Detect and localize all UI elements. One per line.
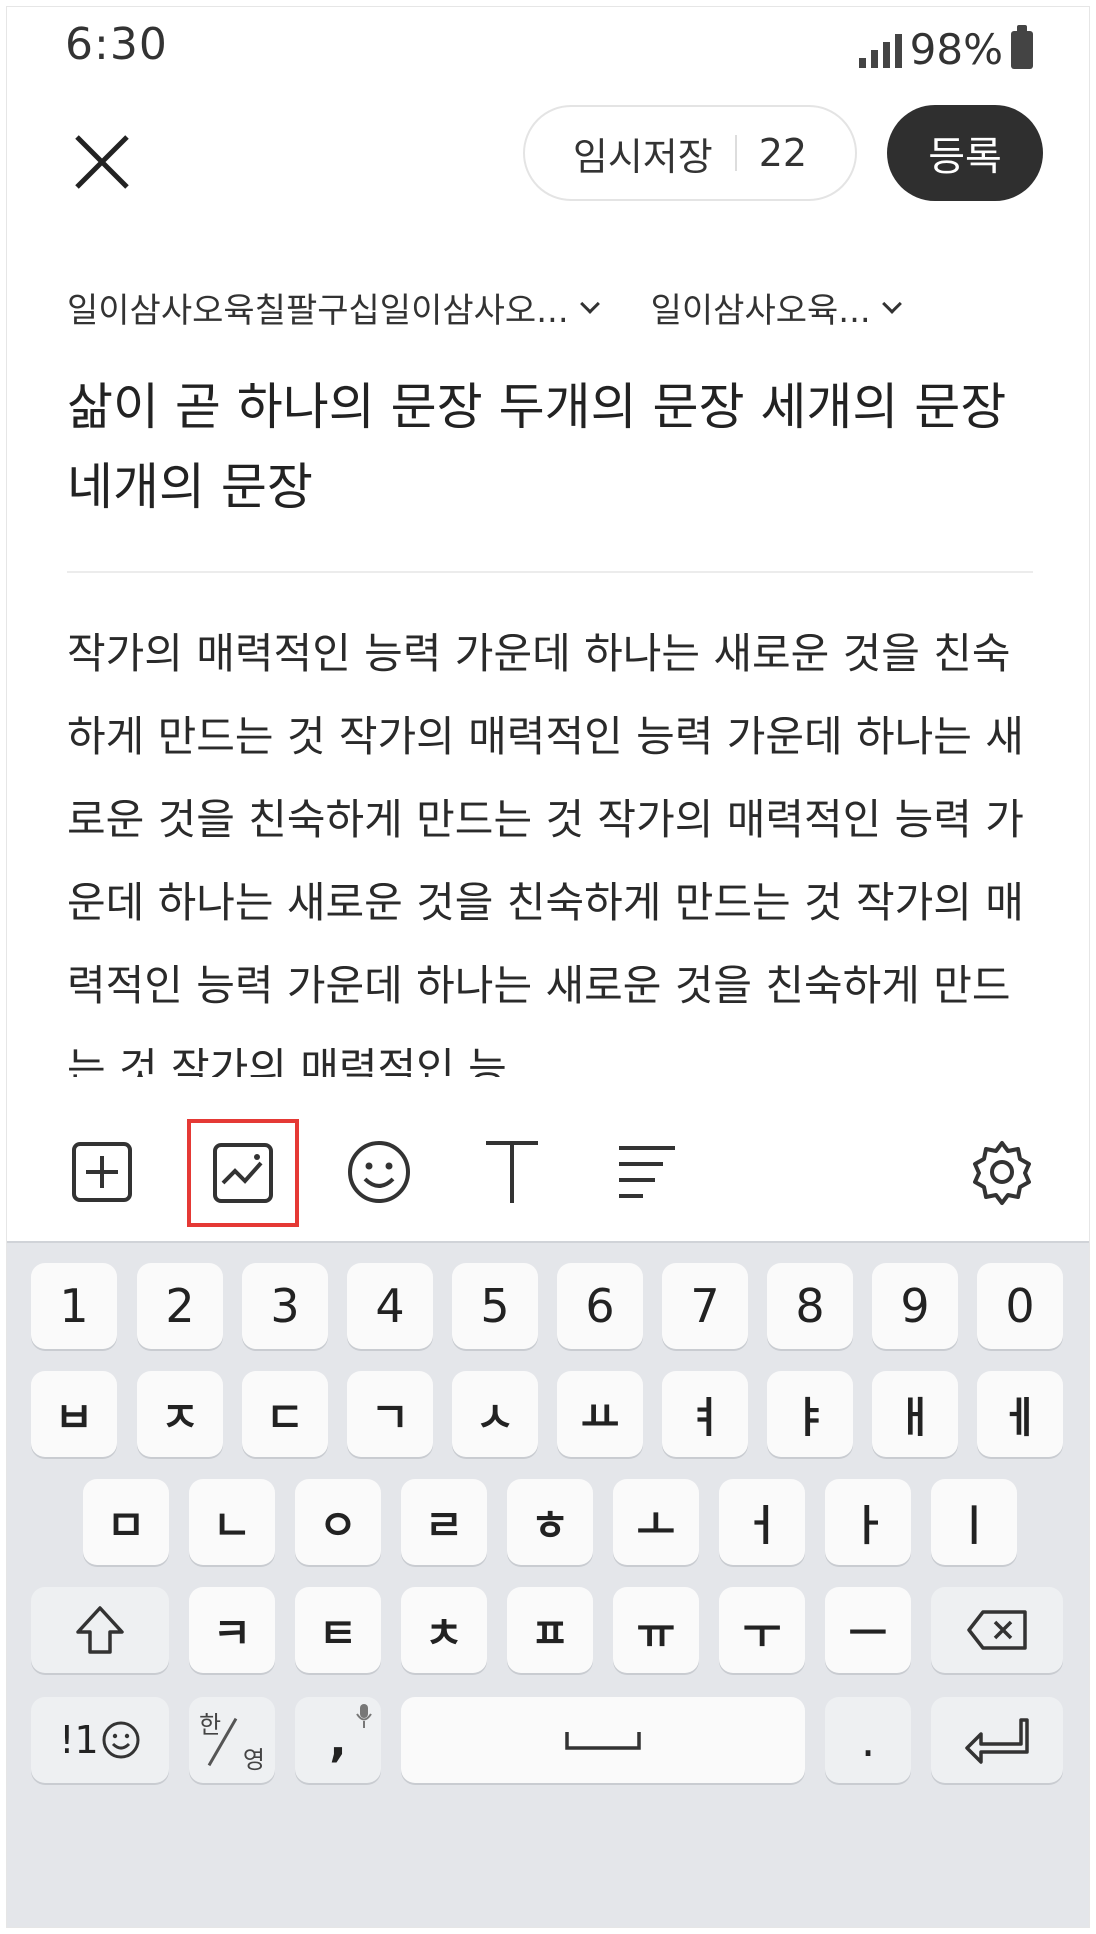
editor-toolbar [7,1107,1089,1237]
key-kieuk[interactable]: ㅋ [189,1587,275,1673]
status-right: 98% [858,24,1033,74]
post-title-input[interactable]: 삶이 곧 하나의 문장 두개의 문장 세개의 문장 네개의 문장 [67,367,1027,527]
key-hieut[interactable]: ㅎ [507,1479,593,1565]
settings-icon [973,1141,1031,1205]
key-ieung[interactable]: ㅇ [295,1479,381,1565]
key-ae[interactable]: ㅐ [872,1371,958,1457]
key-7[interactable]: 7 [662,1263,748,1349]
text-format-icon [486,1141,538,1203]
key-a[interactable]: ㅏ [825,1479,911,1565]
symbols-key[interactable]: !1 [31,1697,169,1783]
status-bar: 6:30 98% [7,7,1089,87]
key-9[interactable]: 9 [872,1263,958,1349]
key-eu[interactable]: ㅡ [825,1587,911,1673]
image-icon [213,1143,273,1203]
key-bieup[interactable]: ㅂ [31,1371,117,1457]
text-format-button[interactable] [467,1127,557,1217]
enter-icon [965,1718,1029,1764]
align-button[interactable] [602,1127,692,1217]
key-yeo[interactable]: ㅕ [662,1371,748,1457]
key-e[interactable]: ㅔ [977,1371,1063,1457]
key-2[interactable]: 2 [137,1263,223,1349]
topic-selector-label: 일이삼사오육... [650,291,871,331]
shift-icon [76,1606,124,1654]
key-yu[interactable]: ㅠ [613,1587,699,1673]
settings-button[interactable] [957,1127,1047,1217]
key-rieul[interactable]: ㄹ [401,1479,487,1565]
key-5[interactable]: 5 [452,1263,538,1349]
key-1[interactable]: 1 [31,1263,117,1349]
status-time: 6:30 [65,19,168,70]
backspace-key[interactable] [931,1587,1063,1673]
key-0[interactable]: 0 [977,1263,1063,1349]
shift-key[interactable] [31,1587,169,1673]
keyboard: 1 2 3 4 5 6 7 8 9 0 ㅂ ㅈ ㄷ ㄱ ㅅ ㅛ ㅕ ㅑ ㅐ ㅔ … [7,1241,1089,1927]
emoji-icon [102,1721,140,1759]
language-toggle-key[interactable]: 한 영 [189,1697,275,1783]
key-yo[interactable]: ㅛ [557,1371,643,1457]
key-mieum[interactable]: ㅁ [83,1479,169,1565]
key-siot[interactable]: ㅅ [452,1371,538,1457]
key-nieun[interactable]: ㄴ [189,1479,275,1565]
key-i[interactable]: ㅣ [931,1479,1017,1565]
divider [734,135,737,171]
align-icon [619,1146,675,1198]
symbols-key-label: !1 [59,1718,99,1762]
post-body-editor[interactable]: 작가의 매력적인 능력 가운데 하나는 새로운 것을 친숙하게 만드는 것 작가… [67,612,1037,1077]
key-eo[interactable]: ㅓ [719,1479,805,1565]
key-chieut[interactable]: ㅊ [401,1587,487,1673]
signal-icon [858,32,902,68]
key-o[interactable]: ㅗ [613,1479,699,1565]
selectors: 일이삼사오육칠팔구십일이삼사오... 일이삼사오육... [67,283,902,332]
space-icon [565,1732,641,1750]
period-key[interactable]: . [825,1697,911,1783]
key-ya[interactable]: ㅑ [767,1371,853,1457]
space-key[interactable] [401,1697,805,1783]
key-8[interactable]: 8 [767,1263,853,1349]
key-u[interactable]: ㅜ [719,1587,805,1673]
enter-key[interactable] [931,1697,1063,1783]
key-4[interactable]: 4 [347,1263,433,1349]
category-selector-label: 일이삼사오육칠팔구십일이삼사오... [67,291,569,331]
battery-icon [1011,24,1033,69]
emoji-icon [348,1141,410,1203]
post-body-text: 작가의 매력적인 능력 가운데 하나는 새로운 것을 친숙하게 만드는 것 작가… [67,629,1024,1077]
comma-key-label: , [329,1713,347,1767]
key-6[interactable]: 6 [557,1263,643,1349]
emoji-button[interactable] [334,1127,424,1217]
key-tieut[interactable]: ㅌ [295,1587,381,1673]
key-3[interactable]: 3 [242,1263,328,1349]
language-toggle-ko: 한 [199,1711,222,1739]
close-button[interactable] [67,127,137,197]
key-digeut[interactable]: ㄷ [242,1371,328,1457]
chevron-down-icon [579,293,600,314]
temp-save-count: 22 [758,131,808,175]
temp-save-button[interactable]: 임시저장 22 [523,105,857,201]
close-icon [75,135,129,189]
language-toggle-en: 영 [242,1746,265,1774]
key-giyeok[interactable]: ㄱ [347,1371,433,1457]
divider [67,571,1033,573]
backspace-icon [967,1610,1027,1650]
add-button[interactable] [57,1127,147,1217]
topic-selector[interactable]: 일이삼사오육... [650,283,902,332]
temp-save-label: 임시저장 [572,134,713,179]
battery-percent: 98% [909,25,1003,74]
image-button[interactable] [187,1119,299,1227]
comma-key[interactable]: , [295,1697,381,1783]
category-selector[interactable]: 일이삼사오육칠팔구십일이삼사오... [67,283,600,332]
key-jieut[interactable]: ㅈ [137,1371,223,1457]
register-button[interactable]: 등록 [887,105,1043,201]
key-pieup[interactable]: ㅍ [507,1587,593,1673]
screen: 6:30 98% 임시저장 22 등록 일이삼사오육칠팔구십일이삼사오... 일… [6,6,1090,1928]
chevron-down-icon [881,293,902,314]
add-icon [72,1142,132,1202]
microphone-icon [356,1704,372,1728]
